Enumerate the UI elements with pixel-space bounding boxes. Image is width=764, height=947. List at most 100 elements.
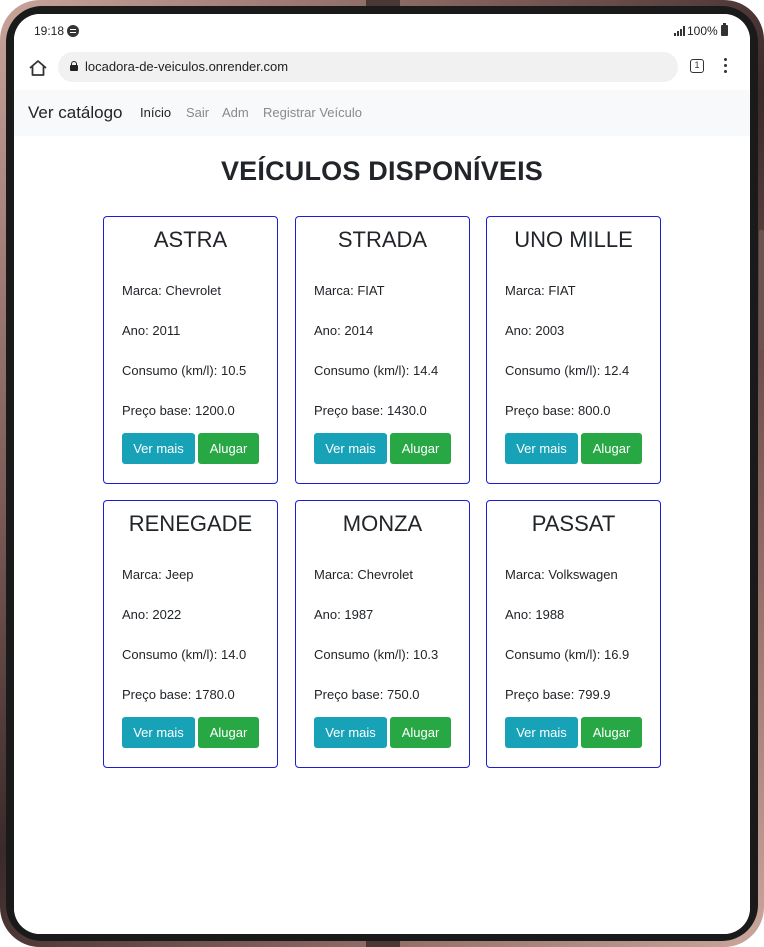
vehicle-card: ASTRA Marca: Chevrolet Ano: 2011 Consumo (k… <box>103 216 278 484</box>
alugar-button[interactable]: Alugar <box>198 717 259 748</box>
vehicle-base-price-label: Preço base: <box>314 687 387 702</box>
vehicle-brand: Marca: FIAT <box>505 283 576 298</box>
vehicle-consumption: Consumo (km/l): 12.4 <box>505 363 629 378</box>
alugar-button[interactable]: Alugar <box>390 433 451 464</box>
more-menu-icon[interactable] <box>724 58 728 74</box>
side-button <box>759 230 764 350</box>
vehicle-consumption-value: 10.3 <box>412 647 439 662</box>
vehicle-base-price-label: Preço base: <box>122 687 195 702</box>
vehicle-year-label: Ano: <box>314 323 345 338</box>
vehicle-brand-label: Marca: <box>314 567 358 582</box>
vehicle-card: PASSAT Marca: Volkswagen Ano: 1988 Consumo … <box>486 500 661 768</box>
vehicle-year: Ano: 2022 <box>122 607 181 622</box>
vehicle-brand: Marca: Volkswagen <box>505 567 618 582</box>
status-time: 19:18 <box>34 24 65 38</box>
battery-percent: 100% <box>687 24 718 38</box>
vehicle-year-label: Ano: <box>314 607 345 622</box>
battery-icon <box>721 23 728 36</box>
vehicle-consumption: Consumo (km/l): 16.9 <box>505 647 629 662</box>
home-icon[interactable] <box>28 58 48 78</box>
vehicle-card: MONZA Marca: Chevrolet Ano: 1987 Consumo (k… <box>295 500 470 768</box>
vehicle-base-price-value: 1430.0 <box>387 403 427 418</box>
vehicle-brand: Marca: FIAT <box>314 283 385 298</box>
ver-mais-button[interactable]: Ver mais <box>505 433 578 464</box>
vehicle-card: STRADA Marca: FIAT Ano: 2014 Consumo (km/l)… <box>295 216 470 484</box>
alugar-button[interactable]: Alugar <box>581 717 642 748</box>
nav-link-registrar-veiculo[interactable]: Registrar Veículo <box>263 105 362 120</box>
vehicle-year: Ano: 2014 <box>314 323 373 338</box>
vehicle-name: ASTRA <box>153 227 228 252</box>
vehicle-base-price-label: Preço base: <box>314 403 387 418</box>
vehicle-year: Ano: 1987 <box>314 607 373 622</box>
vehicle-year-label: Ano: <box>505 323 536 338</box>
vehicle-consumption-value: 12.4 <box>603 363 630 378</box>
vehicle-year-value: 2014 <box>344 323 374 338</box>
vehicle-year-label: Ano: <box>122 607 153 622</box>
vehicle-brand: Marca: Chevrolet <box>314 567 413 582</box>
alugar-button[interactable]: Alugar <box>390 717 451 748</box>
device-frame: 19:18 100% locadora-de-veiculos.onrender… <box>0 0 764 947</box>
vehicle-consumption-label: Consumo (km/l): <box>505 363 604 378</box>
vehicle-consumption-label: Consumo (km/l): <box>314 647 413 662</box>
vehicle-consumption-value: 14.0 <box>220 647 247 662</box>
vehicle-base-price: Preço base: 1200.0 <box>122 403 235 418</box>
vehicle-base-price-value: 750.0 <box>387 687 420 702</box>
vehicle-consumption: Consumo (km/l): 14.0 <box>122 647 246 662</box>
vehicle-brand: Marca: Chevrolet <box>122 283 221 298</box>
vehicle-year-value: 1988 <box>535 607 565 622</box>
ver-mais-button[interactable]: Ver mais <box>314 717 387 748</box>
vehicle-card: UNO MILLE Marca: FIAT Ano: 2003 Consumo (km… <box>486 216 661 484</box>
vehicle-brand-label: Marca: <box>122 283 166 298</box>
vehicle-brand-value: Volkswagen <box>548 567 618 582</box>
vehicle-base-price-value: 1780.0 <box>195 687 235 702</box>
url-text: locadora-de-veiculos.onrender.com <box>85 59 289 74</box>
vehicle-base-price-value: 800.0 <box>578 403 611 418</box>
vehicle-base-price-label: Preço base: <box>505 687 578 702</box>
lock-icon <box>70 61 78 71</box>
vehicle-brand-label: Marca: <box>314 283 358 298</box>
nav-link-adm[interactable]: Adm <box>222 105 249 120</box>
vehicle-base-price: Preço base: 1430.0 <box>314 403 427 418</box>
vehicle-year-value: 2011 <box>152 323 181 338</box>
vehicle-brand-label: Marca: <box>122 567 166 582</box>
tabs-icon[interactable]: 1 <box>690 59 704 73</box>
vehicle-brand-value: Chevrolet <box>357 567 413 582</box>
vehicle-name: STRADA <box>337 227 428 252</box>
vehicle-name: PASSAT <box>531 511 616 536</box>
vehicle-brand-value: Chevrolet <box>165 283 221 298</box>
vehicle-year-value: 2003 <box>535 323 565 338</box>
vehicle-consumption-label: Consumo (km/l): <box>505 647 604 662</box>
address-bar[interactable]: locadora-de-veiculos.onrender.com <box>58 52 678 82</box>
page-title: VEÍCULOS DISPONÍVEIS <box>220 156 544 186</box>
ver-mais-button[interactable]: Ver mais <box>314 433 387 464</box>
vehicle-year: Ano: 2003 <box>505 323 564 338</box>
vehicle-year-label: Ano: <box>122 323 153 338</box>
vehicle-consumption: Consumo (km/l): 14.4 <box>314 363 438 378</box>
vehicle-consumption-label: Consumo (km/l): <box>122 363 221 378</box>
vehicle-year-label: Ano: <box>505 607 536 622</box>
alugar-button[interactable]: Alugar <box>581 433 642 464</box>
vehicle-brand-value: Jeep <box>165 567 194 582</box>
nav-link-inicio[interactable]: Início <box>140 105 171 120</box>
vehicle-consumption-label: Consumo (km/l): <box>122 647 221 662</box>
vehicle-consumption-value: 14.4 <box>412 363 439 378</box>
ver-mais-button[interactable]: Ver mais <box>505 717 578 748</box>
vehicle-consumption-value: 16.9 <box>603 647 630 662</box>
screen: 19:18 100% locadora-de-veiculos.onrender… <box>14 14 750 934</box>
web-page: Ver catálogo Início Sair Adm Registrar V… <box>14 90 750 934</box>
navbar: Ver catálogo Início Sair Adm Registrar V… <box>14 90 750 136</box>
spotify-icon <box>67 25 79 37</box>
vehicle-brand-value: FIAT <box>548 283 576 298</box>
vehicle-brand-label: Marca: <box>505 567 549 582</box>
vehicle-brand-value: FIAT <box>357 283 385 298</box>
navbar-brand[interactable]: Ver catálogo <box>28 103 123 123</box>
nav-link-sair[interactable]: Sair <box>186 105 209 120</box>
vehicle-consumption: Consumo (km/l): 10.3 <box>314 647 438 662</box>
vehicle-year-value: 2022 <box>152 607 182 622</box>
vehicle-base-price: Preço base: 750.0 <box>314 687 420 702</box>
ver-mais-button[interactable]: Ver mais <box>122 433 195 464</box>
vehicle-name: UNO MILLE <box>514 227 633 252</box>
alugar-button[interactable]: Alugar <box>198 433 259 464</box>
vehicle-base-price: Preço base: 799.9 <box>505 687 611 702</box>
ver-mais-button[interactable]: Ver mais <box>122 717 195 748</box>
